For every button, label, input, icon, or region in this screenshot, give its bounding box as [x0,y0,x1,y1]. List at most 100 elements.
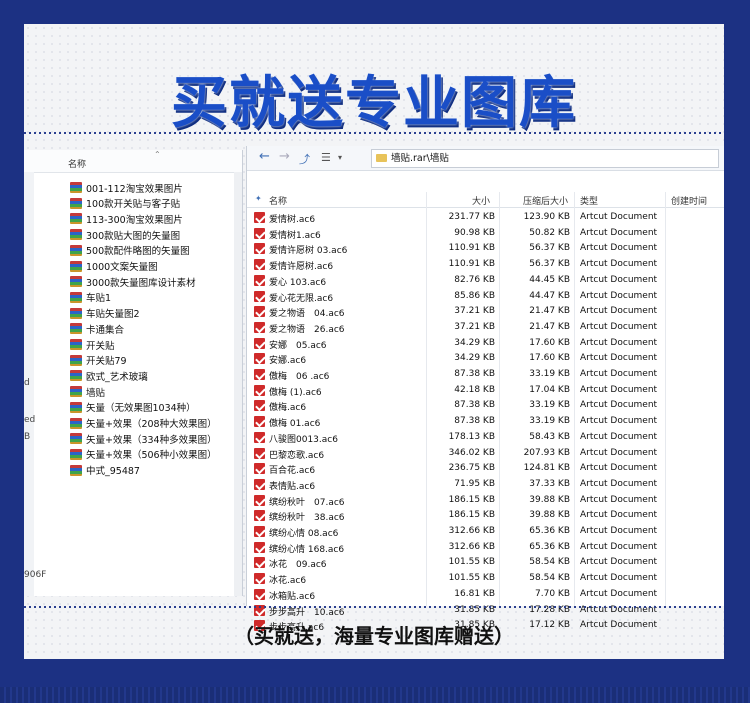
view-list-icon[interactable]: ☰ [321,151,331,164]
table-row[interactable]: 步步高升 10.ac6 31.85 KB 17.28 KB Artcut Docume… [247,603,724,619]
headline: 买就送专业图库 [171,71,577,136]
left-scrollbar[interactable] [234,172,242,596]
col-type[interactable]: 类型 [580,194,598,207]
artcut-file-icon [254,337,265,349]
folder-list-item[interactable]: 矢量+效果（334种多效果图） [70,431,217,446]
archive-icon [70,276,82,288]
file-name-cell: 爱情许愿树 03.ac6 [269,246,348,257]
toolbar: ← → ⤴ ☰ ▾ 墙贴.rar\墙贴 [247,146,724,171]
table-row[interactable]: 傲梅.ac6 87.38 KB 33.19 KB Artcut Document [247,398,724,414]
folder-list-item[interactable]: 卡通集合 [70,321,124,336]
artcut-file-icon [254,557,265,569]
folder-list-item[interactable]: 欧式_艺术玻璃 [70,368,148,383]
col-name[interactable]: 名称 [269,194,287,207]
table-row[interactable]: 爱情许愿树.ac6 110.91 KB 56.37 KB Artcut Documen… [247,257,724,273]
packed-size-cell: 33.19 KB [529,369,570,379]
table-row[interactable]: 缤纷心情 168.ac6 312.66 KB 65.36 KB Artcut Docu… [247,540,724,556]
size-cell: 37.21 KB [454,321,495,332]
table-row[interactable]: 缤纷秋叶 07.ac6 186.15 KB 39.88 KB Artcut Docum… [247,493,724,509]
size-cell: 87.38 KB [454,369,495,379]
artcut-file-icon [254,290,265,302]
table-row[interactable]: 爱之物语 26.ac6 37.21 KB 21.47 KB Artcut Docume… [247,320,724,336]
caption: （买就送，海量专业图库赠送） [234,624,514,648]
folder-list-item[interactable]: 矢量+效果（208种大效果图） [70,416,217,431]
file-name-cell: 安娜.ac6 [269,356,307,367]
artcut-file-icon [254,494,265,506]
table-row[interactable]: 安娜.ac6 34.29 KB 17.60 KB Artcut Document [247,351,724,367]
table-row[interactable]: 爱之物语 04.ac6 37.21 KB 21.47 KB Artcut Docume… [247,304,724,320]
table-row[interactable]: 表情贴.ac6 71.95 KB 37.33 KB Artcut Document [247,477,724,493]
size-cell: 186.15 KB [448,510,495,521]
size-cell: 110.91 KB [448,259,495,270]
packed-size-cell: 65.36 KB [529,526,570,536]
artcut-file-icon [254,478,265,490]
table-row[interactable]: 缤纷心情 08.ac6 312.66 KB 65.36 KB Artcut Docum… [247,524,724,540]
artcut-file-icon [254,447,265,459]
table-row[interactable]: 缤纷秋叶 38.ac6 186.15 KB 39.88 KB Artcut Docum… [247,508,724,524]
table-row[interactable]: 爱心花无限.ac6 85.86 KB 44.47 KB Artcut Document [247,289,724,305]
table-row[interactable]: 爱情树.ac6 231.77 KB 123.90 KB Artcut Document [247,210,724,226]
col-packed[interactable]: 压缩后大小 [523,194,568,207]
size-cell: 82.76 KB [454,274,495,285]
dotted-divider-bottom [24,606,724,608]
folder-list-label: 车贴矢量图2 [86,309,140,321]
size-cell: 101.55 KB [448,557,495,568]
artcut-file-icon [254,212,265,223]
artcut-file-icon [254,463,265,475]
folder-list-label: 3000款矢量图库设计素材 [86,277,196,289]
folder-list-item[interactable]: 车贴1 [70,290,111,305]
folder-list-item[interactable]: 开关贴79 [70,353,127,368]
folder-list-item[interactable]: 001-112淘宝效果图片 [70,180,183,195]
folder-list-item[interactable]: 113-300淘宝效果图片 [70,211,183,226]
table-row[interactable]: 冰花 09.ac6 101.55 KB 58.54 KB Artcut Documen… [247,555,724,571]
table-row[interactable]: 爱情树1.ac6 90.98 KB 50.82 KB Artcut Document [247,226,724,242]
folder-list-item[interactable]: 墙贴 [70,384,105,399]
folder-list-item[interactable]: 矢量+效果（506种小效果图） [70,447,217,462]
chevron-down-icon[interactable]: ▾ [338,153,342,162]
folder-list-item[interactable]: 500款配件略图的矢量图 [70,243,190,258]
table-row[interactable]: 爱情许愿树 03.ac6 110.91 KB 56.37 KB Artcut Docu… [247,241,724,257]
folder-list-item[interactable]: 中式_95487 [70,463,140,478]
folder-list-item[interactable]: 1000文案矢量图 [70,259,158,274]
size-cell: 34.29 KB [454,337,495,348]
size-cell: 231.77 KB [448,212,495,222]
archive-icon [70,307,82,319]
table-row[interactable]: 冰花.ac6 101.55 KB 58.54 KB Artcut Document [247,571,724,587]
left-column-header[interactable]: 名称 ⌃ [24,150,242,173]
folder-list-item[interactable]: 开关贴 [70,337,115,352]
type-cell: Artcut Document [580,557,658,568]
table-row[interactable]: 傲梅 06 .ac6 87.38 KB 33.19 KB Artcut Documen… [247,367,724,383]
table-row[interactable]: 百合花.ac6 236.75 KB 124.81 KB Artcut Document [247,461,724,477]
folder-list-label: 开关贴 [86,340,115,352]
file-name-cell: 爱情树.ac6 [269,215,316,225]
address-bar[interactable]: 墙贴.rar\墙贴 [371,149,719,168]
sort-up-icon: ⌃ [154,150,161,159]
artcut-file-icon [254,321,265,333]
back-arrow-icon[interactable]: ← [259,149,270,164]
table-row[interactable]: 冰箱贴.ac6 16.81 KB 7.70 KB Artcut Document [247,587,724,603]
folder-list-item[interactable]: 3000款矢量图库设计素材 [70,274,196,289]
table-row[interactable]: 巴黎恋歌.ac6 346.02 KB 207.93 KB Artcut Documen… [247,446,724,462]
table-row[interactable]: 傲梅 01.ac6 87.38 KB 33.19 KB Artcut Document [247,414,724,430]
folder-list-item[interactable]: 矢量（无效果图1034种） [70,400,196,415]
folder-list-item[interactable]: 车贴矢量图2 [70,306,140,321]
up-folder-icon[interactable]: ⤴ [299,151,310,167]
archive-icon [70,448,82,460]
table-row[interactable]: 安娜 05.ac6 34.29 KB 17.60 KB Artcut Document [247,336,724,352]
artcut-file-icon [254,588,265,600]
type-cell: Artcut Document [580,588,658,599]
type-cell: Artcut Document [580,321,658,332]
archive-icon [70,401,82,413]
table-row[interactable]: 八骏图0013.ac6 178.13 KB 58.43 KB Artcut Docum… [247,430,724,446]
col-size[interactable]: 大小 [472,194,490,207]
type-cell: Artcut Document [580,306,658,317]
col-created[interactable]: 创建时间 [671,194,707,207]
artcut-file-icon [254,400,265,412]
table-row[interactable]: 傲梅 (1).ac6 42.18 KB 17.04 KB Artcut Documen… [247,383,724,399]
folder-list-item[interactable]: 300款贴大图的矢量图 [70,227,180,242]
folder-list-item[interactable]: 100款开关贴与客子贴 [70,196,180,211]
archive-icon [70,417,82,429]
forward-arrow-icon[interactable]: → [279,149,290,164]
table-row[interactable]: 爱心 103.ac6 82.76 KB 44.45 KB Artcut Documen… [247,273,724,289]
type-cell: Artcut Document [580,400,658,411]
